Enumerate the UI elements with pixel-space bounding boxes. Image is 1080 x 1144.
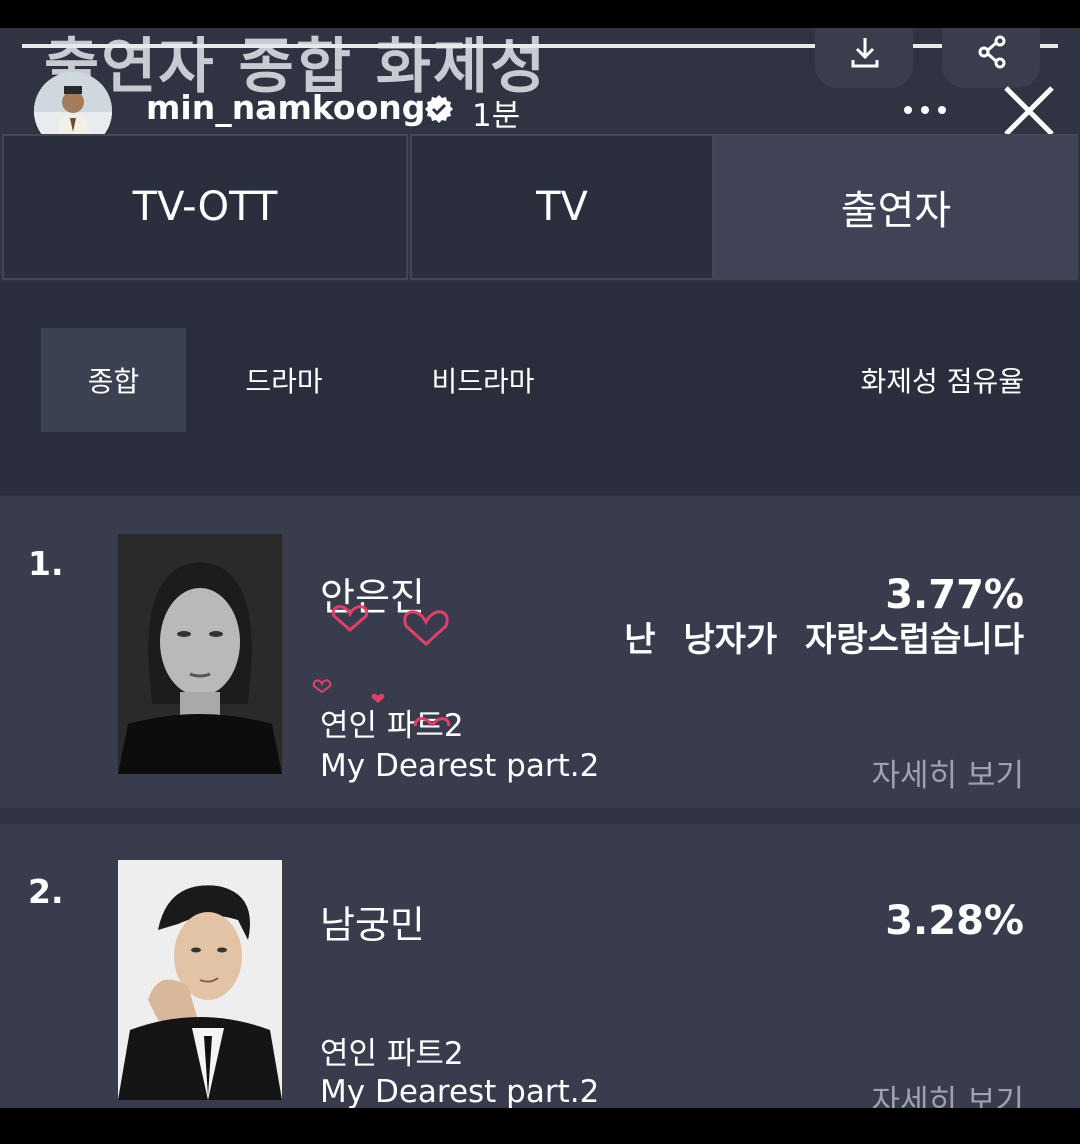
ranking-card[interactable]: 2. 남궁민 3.28% 연인 파트2 My Dearest part.2 자세…: [0, 824, 1080, 1110]
detail-link[interactable]: 자세히 보기: [872, 750, 1024, 795]
rank-number: 1.: [28, 544, 64, 583]
username[interactable]: min_namkoong: [146, 88, 425, 127]
bottom-bar: [0, 1108, 1080, 1144]
verified-badge-icon: [425, 95, 453, 123]
detail-link[interactable]: 자세히 보기: [872, 1076, 1024, 1110]
share-column-label: 화제성 점유율: [860, 365, 1024, 398]
story-caption: 난 낭자가 자랑스럽습니다: [624, 620, 1024, 660]
show-title-en: My Dearest part.2: [320, 1074, 600, 1110]
show-title-en: My Dearest part.2: [320, 748, 600, 784]
tab-tv-ott[interactable]: TV-OTT: [2, 134, 408, 280]
portrait-image: [118, 860, 282, 1100]
more-horizontal-icon[interactable]: [900, 100, 950, 120]
heart-icon: [371, 693, 385, 703]
download-button[interactable]: [815, 28, 913, 88]
post-time: 1분: [472, 98, 521, 134]
subtab-drama[interactable]: 드라마: [226, 328, 342, 432]
heart-icon: [312, 679, 332, 694]
subtab-non-drama[interactable]: 비드라마: [410, 328, 556, 432]
story-frame: 출연자 종합 화제성 min_namkoong 1분 TV-OTT TV 출연자…: [0, 28, 1080, 1110]
heart-icon: [413, 717, 451, 726]
tab-cast[interactable]: 출연자: [714, 134, 1078, 280]
ranking-card[interactable]: 1. 안은진 3.77% 난 낭자가 자랑스럽습니다 연인 파트2 My Dea…: [0, 496, 1080, 808]
cast-photo: [118, 860, 282, 1100]
share-percent: 3.28%: [885, 898, 1024, 944]
sub-tabs: 종합 드라마 비드라마 화제성 점유율: [0, 282, 1080, 495]
heart-stickers: [312, 605, 451, 726]
share-button[interactable]: [942, 28, 1040, 88]
rank-number: 2.: [28, 872, 64, 911]
heart-icon: [403, 610, 449, 647]
close-icon[interactable]: [1000, 82, 1058, 140]
show-title-ko: 연인 파트2: [320, 1036, 464, 1072]
heart-icon: [331, 605, 369, 632]
category-tabs: TV-OTT TV 출연자: [0, 134, 1080, 282]
cast-name: 남궁민: [320, 903, 425, 947]
tab-tv[interactable]: TV: [410, 134, 714, 280]
download-icon: [851, 38, 879, 68]
cast-photo: [118, 534, 282, 774]
share-icon: [978, 35, 1006, 69]
subtab-overall[interactable]: 종합: [41, 328, 186, 432]
portrait-image: [118, 534, 282, 774]
